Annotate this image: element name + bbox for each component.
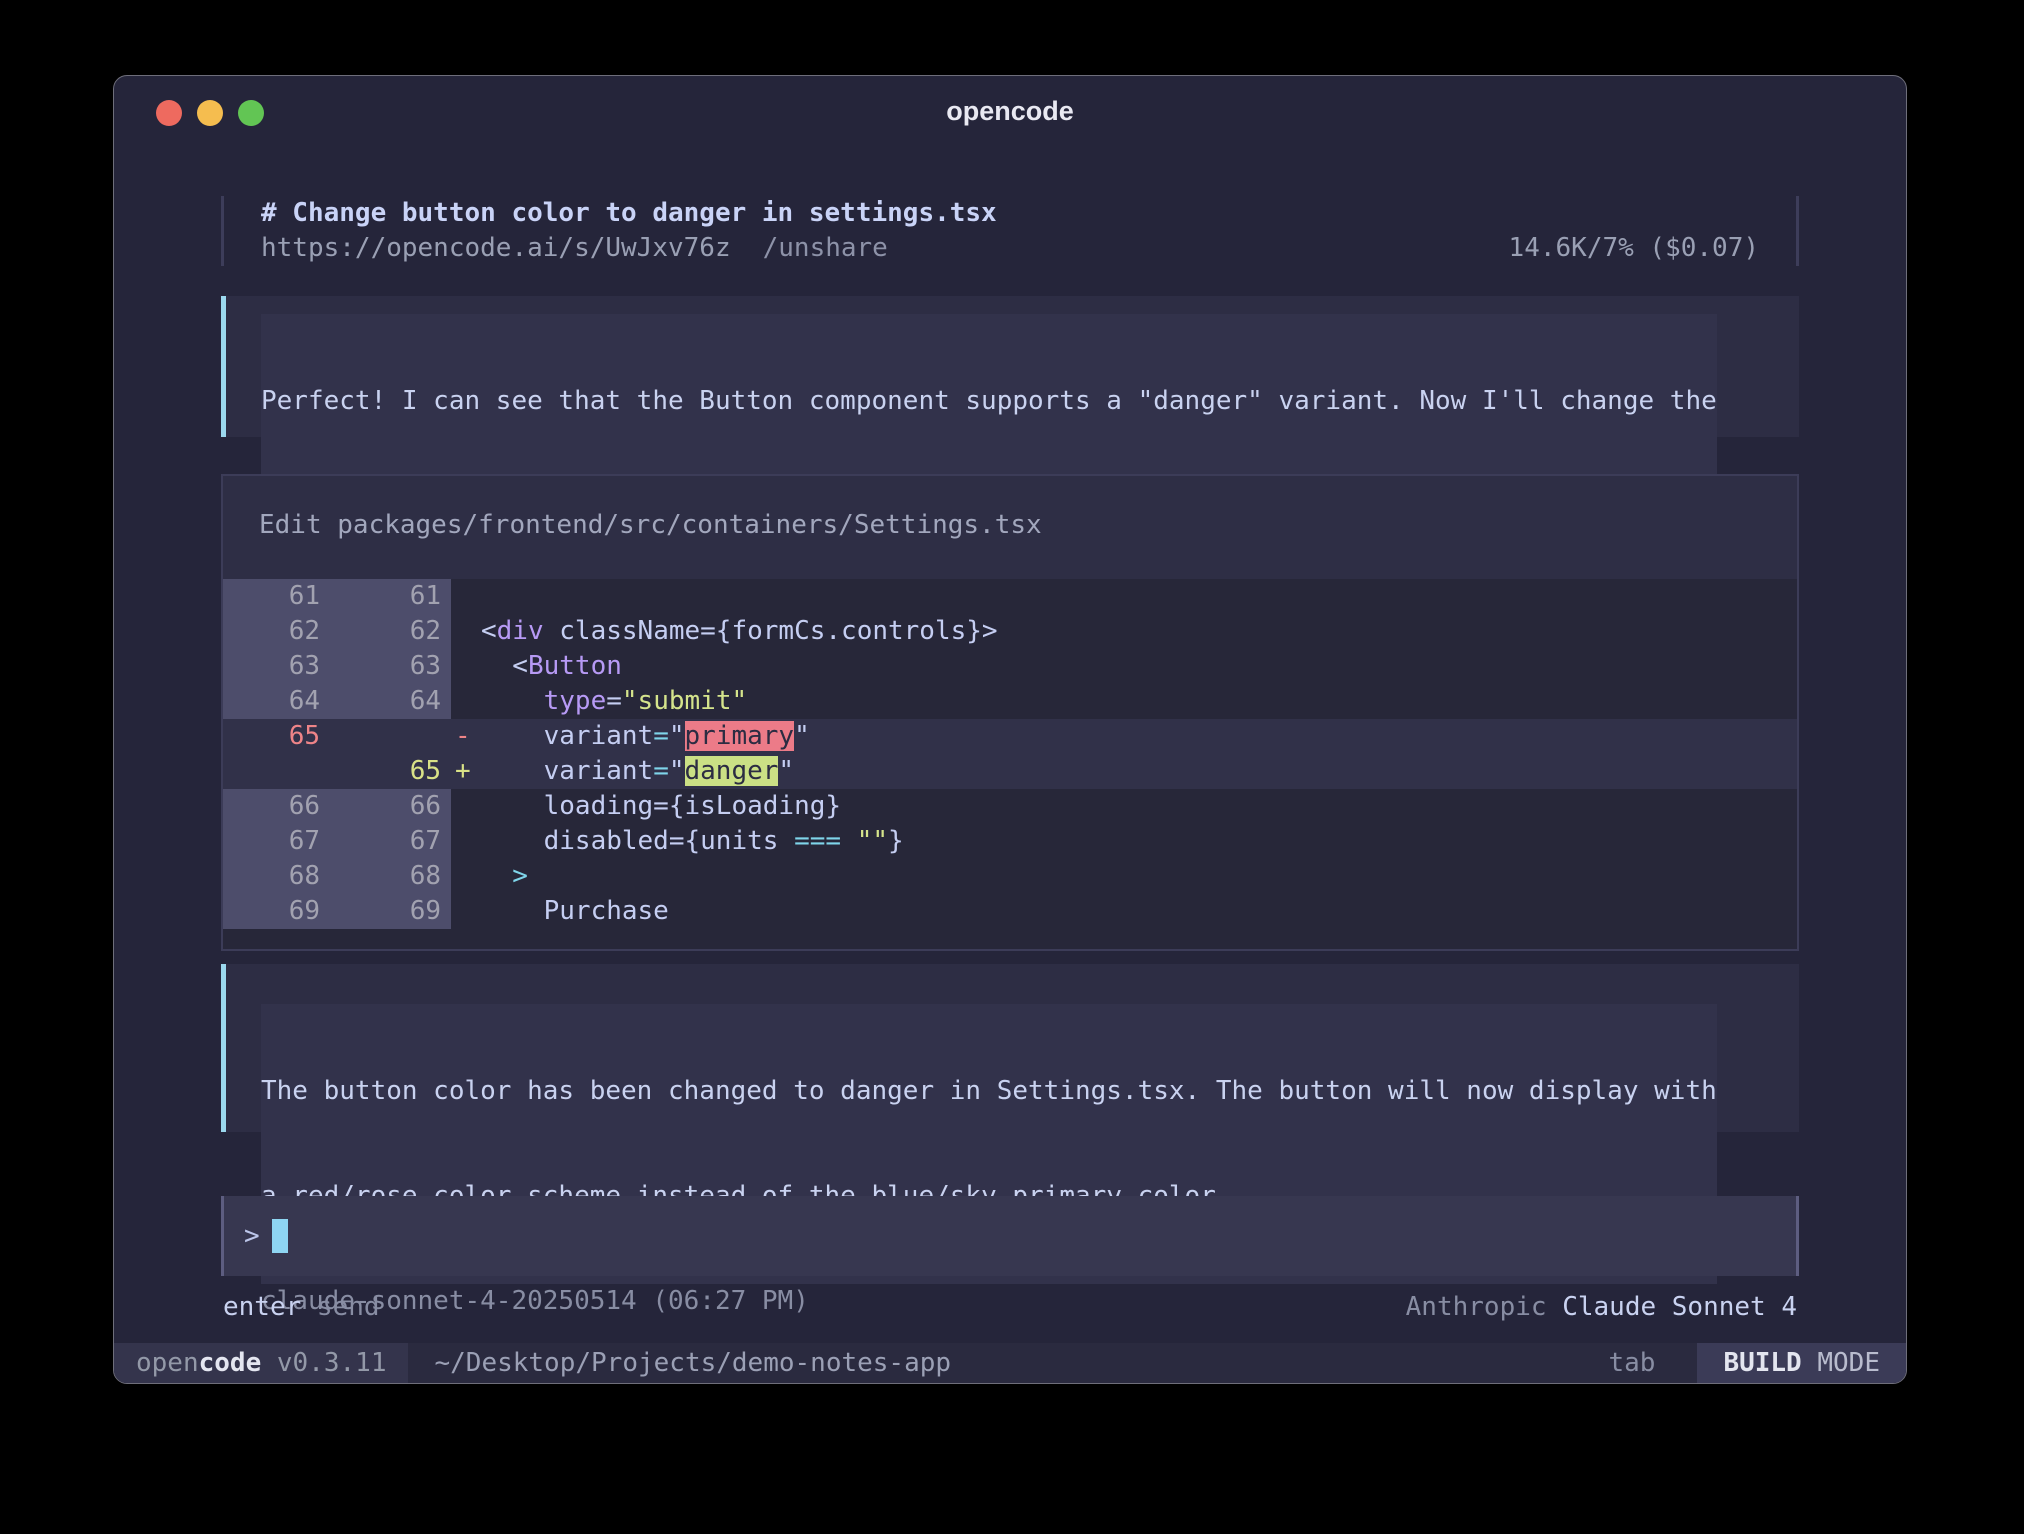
model-indicator: Anthropic Claude Sonnet 4 [1406, 1290, 1797, 1325]
tab-hint[interactable]: tab [1608, 1343, 1655, 1383]
session-header: # Change button color to danger in setti… [221, 196, 1799, 266]
mode-badge: BUILD MODE [1697, 1343, 1906, 1383]
diff-view: 61616262<div className={formCs.controls}… [223, 579, 1797, 949]
share-url-row: https://opencode.ai/s/UwJxv76z/unshare [261, 231, 888, 266]
session-title: # Change button color to danger in setti… [261, 196, 997, 231]
working-directory: ~/Desktop/Projects/demo-notes-app [434, 1343, 951, 1383]
unshare-command[interactable]: /unshare [763, 233, 888, 263]
edit-tool-block: Edit packages/frontend/src/containers/Se… [221, 474, 1799, 951]
window-title: opencode [114, 94, 1906, 129]
assistant-message-1: Perfect! I can see that the Button compo… [221, 296, 1799, 437]
enter-hint: enter send [223, 1290, 380, 1325]
share-link[interactable]: https://opencode.ai/s/UwJxv76z [261, 233, 731, 263]
status-bar: opencode v0.3.11 ~/Desktop/Projects/demo… [114, 1343, 1906, 1383]
diff-row: 6464 type="submit" [223, 684, 1797, 719]
message-line: Perfect! I can see that the Button compo… [261, 384, 1717, 419]
main-content: # Change button color to danger in setti… [114, 136, 1906, 1343]
token-usage: 14.6K/7% ($0.07) [1509, 231, 1759, 266]
assistant-message-2: The button color has been changed to dan… [221, 964, 1799, 1132]
diff-row: 6666 loading={isLoading} [223, 789, 1797, 824]
hint-row: enter send Anthropic Claude Sonnet 4 [221, 1290, 1799, 1325]
titlebar: opencode [114, 76, 1906, 136]
app-version-badge: opencode v0.3.11 [114, 1343, 408, 1383]
diff-row: 65+ variant="danger" [223, 754, 1797, 789]
text-cursor [272, 1219, 288, 1253]
prompt-input[interactable]: > [221, 1196, 1799, 1276]
message-line: The button color has been changed to dan… [261, 1074, 1717, 1109]
prompt-chevron: > [244, 1219, 260, 1254]
diff-row: 65- variant="primary" [223, 719, 1797, 754]
opencode-window: opencode # Change button color to danger… [113, 75, 1907, 1384]
diff-row: 6969 Purchase [223, 894, 1797, 929]
diff-row: 6161 [223, 579, 1797, 614]
diff-row: 6868 > [223, 859, 1797, 894]
diff-row: 6363 <Button [223, 649, 1797, 684]
edit-tool-title: Edit packages/frontend/src/containers/Se… [223, 476, 1797, 579]
diff-row: 6262<div className={formCs.controls}> [223, 614, 1797, 649]
diff-row: 6767 disabled={units === ""} [223, 824, 1797, 859]
